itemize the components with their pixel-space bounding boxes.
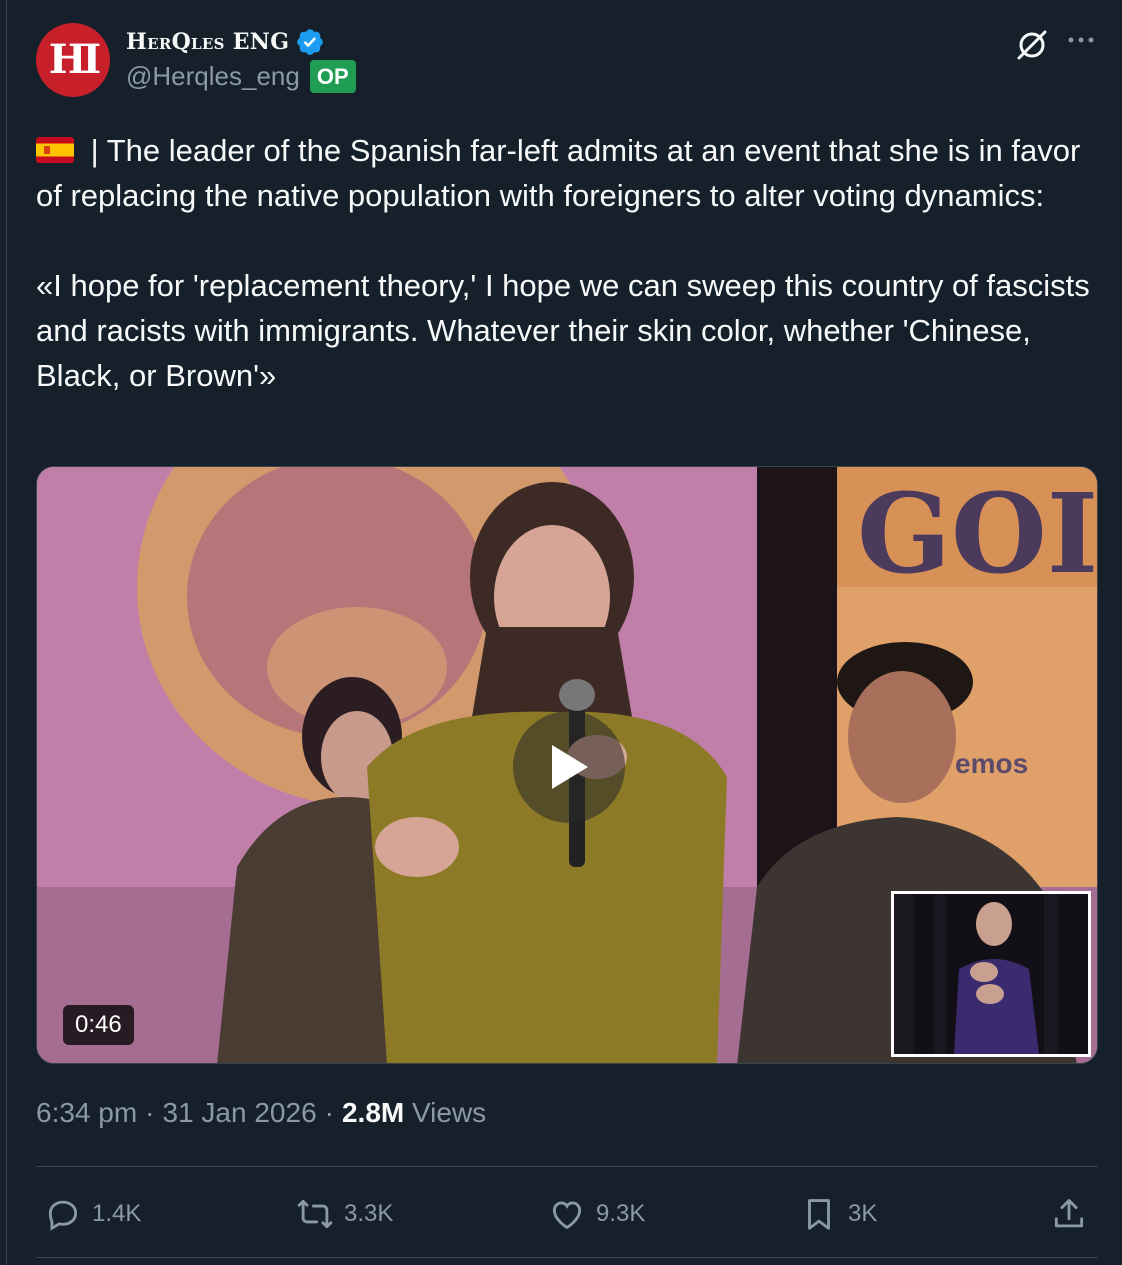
bookmark-icon xyxy=(808,1199,830,1230)
left-border xyxy=(6,0,7,1265)
repost-count: 3.3K xyxy=(344,1200,394,1227)
tweet-text: | The leader of the Spanish far-left adm… xyxy=(36,128,1096,398)
action-bar: 1.4K 3.3K 9.3K 3K xyxy=(36,1190,1098,1238)
like-count: 9.3K xyxy=(596,1200,646,1227)
avatar-logo: HI xyxy=(48,36,101,83)
tweet-time[interactable]: 6:34 pm xyxy=(36,1097,137,1129)
heart-icon xyxy=(552,1201,582,1230)
verified-badge-icon xyxy=(297,29,324,55)
more-options-icon[interactable] xyxy=(1066,30,1096,50)
bookmark-count: 3K xyxy=(848,1200,878,1227)
tweet-text-quote: «I hope for 'replacement theory,' I hope… xyxy=(36,268,1099,393)
author-display-name[interactable]: HerQles ENG xyxy=(126,29,289,55)
author-handle-row: @Herqles_eng OP xyxy=(126,60,356,93)
tweet-meta: 6:34 pm · 31 Jan 2026 · 2.8M Views xyxy=(36,1097,486,1129)
share-button[interactable] xyxy=(1050,1190,1088,1238)
views-count: 2.8M xyxy=(341,1097,405,1128)
reply-button[interactable]: 1.4K xyxy=(44,1190,141,1238)
tweet-date[interactable]: 31 Jan 2026 xyxy=(163,1097,317,1129)
banner-text: GOI xyxy=(857,469,1098,598)
spain-flag-icon xyxy=(36,137,74,163)
play-button[interactable] xyxy=(513,711,625,823)
divider xyxy=(36,1166,1098,1167)
reply-count: 1.4K xyxy=(92,1200,142,1227)
video-player[interactable]: GOI emos 0:46 xyxy=(36,466,1098,1064)
divider xyxy=(36,1257,1098,1258)
repost-icon xyxy=(297,1199,333,1229)
bookmark-button[interactable]: 3K xyxy=(800,1190,877,1238)
author-name-row: HerQles ENG xyxy=(126,27,325,57)
meta-separator: · xyxy=(145,1097,155,1128)
tweet-text-intro: | The leader of the Spanish far-left adm… xyxy=(36,133,1089,213)
banner-text-2: emos xyxy=(955,748,1028,779)
op-badge: OP xyxy=(309,60,356,93)
author-handle[interactable]: @Herqles_eng xyxy=(126,61,300,92)
avatar[interactable]: HI xyxy=(36,23,110,97)
play-icon xyxy=(552,745,588,789)
reply-icon xyxy=(48,1200,78,1231)
views-label: Views xyxy=(412,1097,487,1128)
share-icon xyxy=(1054,1199,1084,1228)
repost-button[interactable]: 3.3K xyxy=(296,1190,393,1238)
sign-language-inset xyxy=(891,891,1091,1057)
grok-icon[interactable] xyxy=(1012,24,1052,64)
meta-separator: · xyxy=(324,1097,334,1128)
video-duration: 0:46 xyxy=(63,1005,134,1045)
like-button[interactable]: 9.3K xyxy=(548,1190,645,1238)
